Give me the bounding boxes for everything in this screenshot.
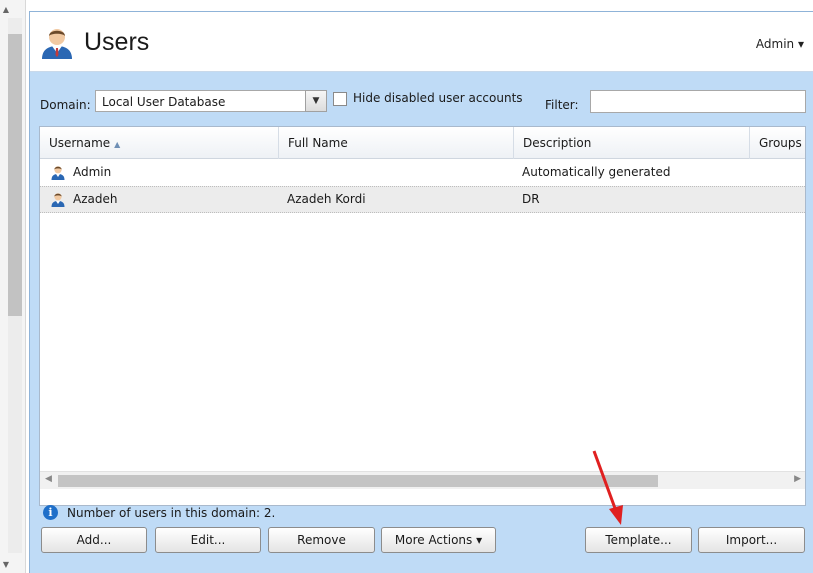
users-panel: Users Admin ▾ Domain: Local User Databas… [29,11,813,573]
column-header-full-name[interactable]: Full Name [279,127,514,159]
import-button[interactable]: Import... [698,527,805,553]
horizontal-scrollbar[interactable]: ◀ ▶ [40,471,805,489]
column-header-label: Full Name [288,136,348,150]
chevron-down-icon[interactable]: ▼ [305,90,327,112]
table-row[interactable]: Admin Automatically generated [40,159,805,186]
column-header-label: Description [523,136,592,150]
column-header-username[interactable]: Username ▲ [40,127,279,159]
page-title: Users [84,28,150,56]
sort-ascending-icon: ▲ [114,140,121,149]
remove-button[interactable]: Remove [268,527,375,553]
column-header-label: Groups [759,136,802,150]
page-scrollbar[interactable]: ▲ ▼ [0,0,26,573]
scroll-down-arrow-icon[interactable]: ▼ [0,559,12,571]
users-icon [42,29,72,59]
status-text: Number of users in this domain: 2. [67,506,276,520]
cell-description: Automatically generated [522,165,671,179]
horizontal-scrollbar-thumb[interactable] [58,475,658,487]
user-menu[interactable]: Admin ▾ [756,37,804,51]
table-row[interactable]: Azadeh Azadeh Kordi DR [40,186,805,213]
edit-button[interactable]: Edit... [155,527,261,553]
domain-select[interactable]: Local User Database [95,90,327,112]
cell-username: Admin [73,165,112,179]
cell-username: Azadeh [73,192,118,206]
info-icon: i [43,505,58,520]
user-icon [51,193,65,207]
domain-select-value: Local User Database [102,95,226,109]
cell-description: DR [522,192,540,206]
filter-label: Filter: [545,98,579,112]
table-header: Username ▲ Full Name Description Groups [40,127,805,159]
scroll-right-arrow-icon[interactable]: ▶ [794,474,801,484]
column-header-description[interactable]: Description [514,127,750,159]
scrollbar-thumb[interactable] [8,34,22,316]
column-header-groups[interactable]: Groups [750,127,805,159]
users-table: Username ▲ Full Name Description Groups A… [39,126,806,506]
scroll-up-arrow-icon[interactable]: ▲ [0,4,12,16]
user-icon [51,166,65,180]
red-arrow-annotation [592,450,623,525]
toolbar: Domain: Local User Database ▼ Hide disab… [30,72,813,124]
domain-label: Domain: [40,98,91,112]
filter-input[interactable] [590,90,806,113]
scroll-left-arrow-icon[interactable]: ◀ [45,474,52,484]
column-header-label: Username [49,136,111,150]
more-actions-button[interactable]: More Actions ▾ [381,527,496,553]
hide-disabled-checkbox[interactable] [333,92,347,106]
cell-full-name: Azadeh Kordi [287,192,366,206]
add-button[interactable]: Add... [41,527,147,553]
hide-disabled-label: Hide disabled user accounts [353,91,523,105]
page-header: Users Admin ▾ [30,12,813,72]
